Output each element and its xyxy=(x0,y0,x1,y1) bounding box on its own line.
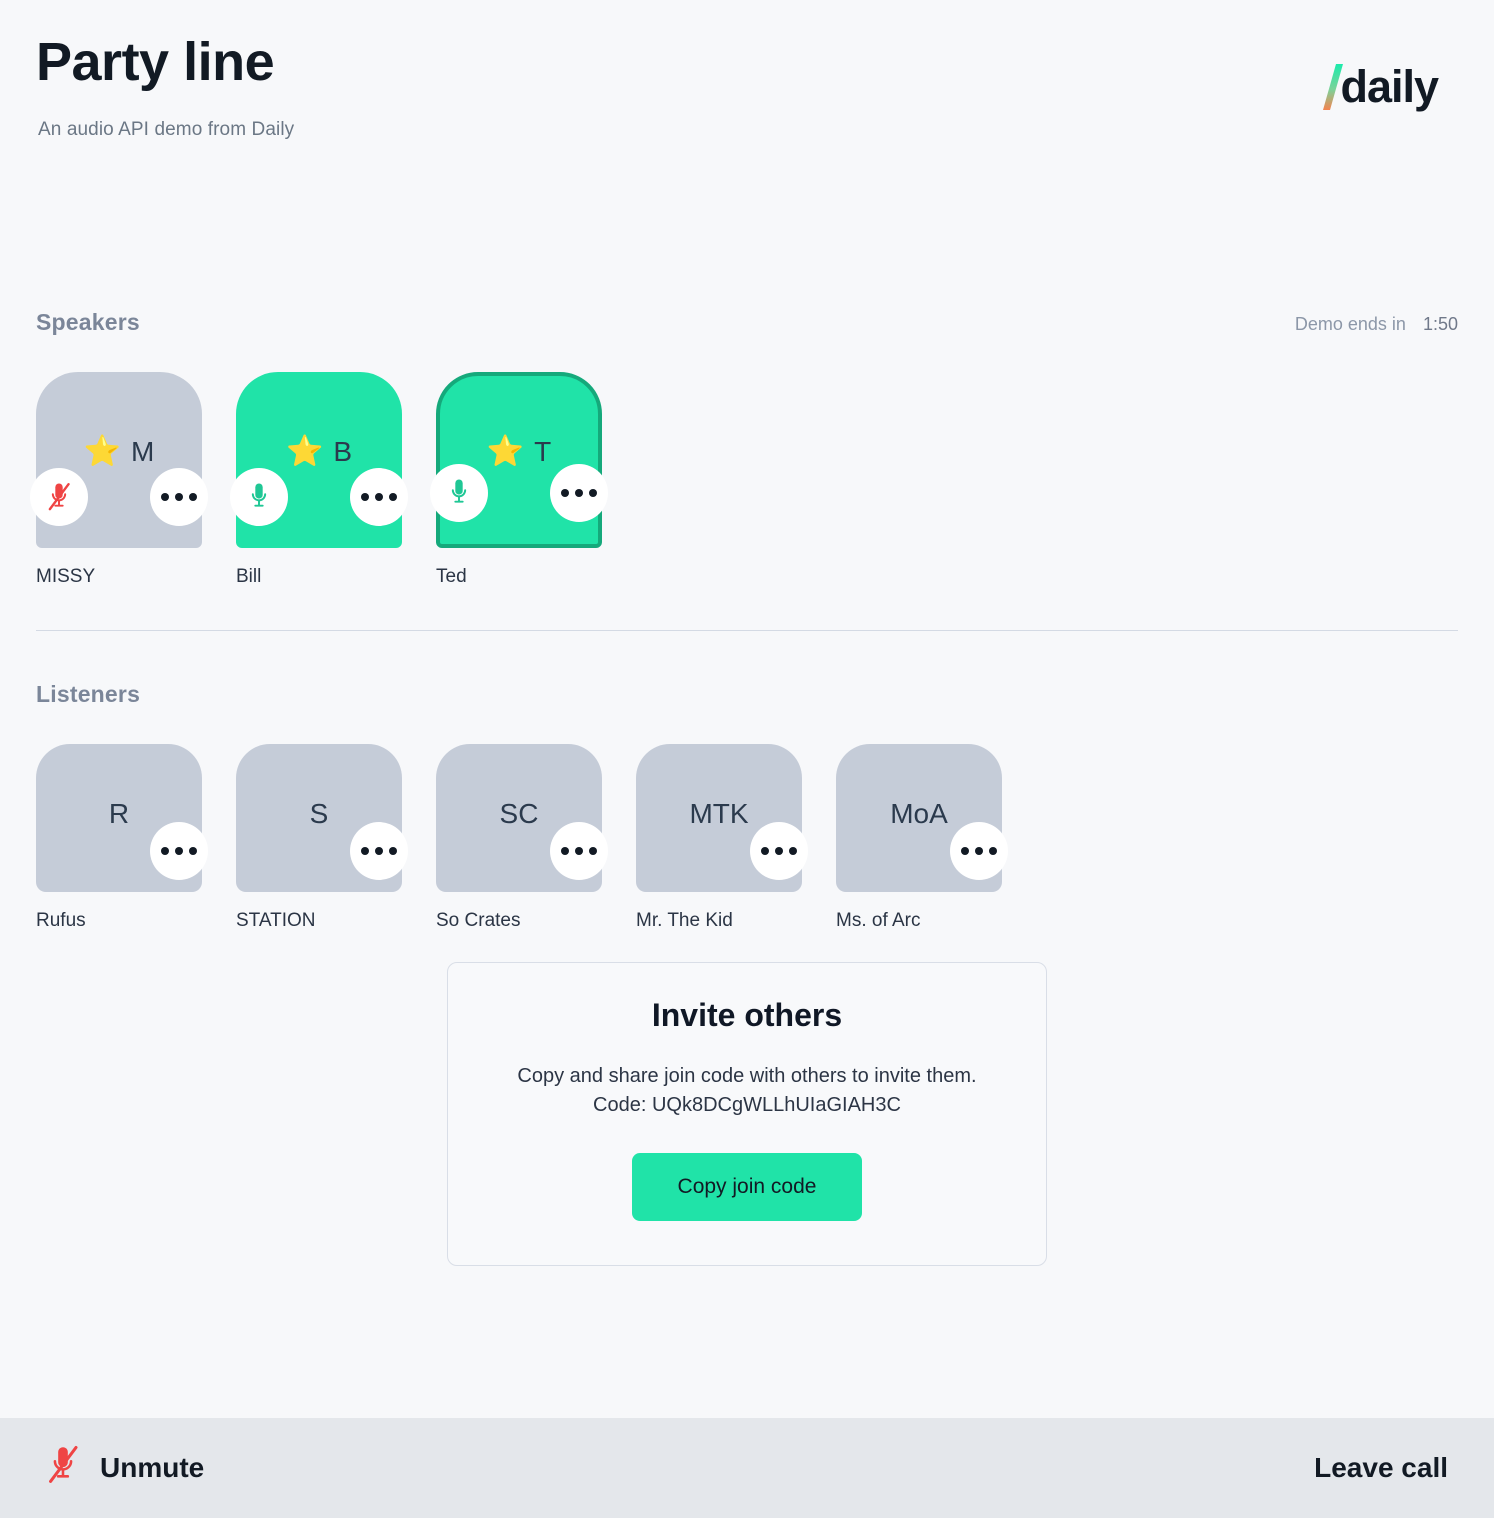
section-divider xyxy=(36,629,1458,631)
invite-title: Invite others xyxy=(651,996,843,1033)
more-options-dots xyxy=(361,846,397,855)
star-icon: ⭐ xyxy=(285,434,324,468)
speaker-initials: ⭐ T xyxy=(486,434,552,468)
more-options-icon[interactable] xyxy=(550,463,608,522)
listener-tile[interactable]: MoA xyxy=(836,743,1008,892)
speaker-initials-text: B xyxy=(333,435,353,467)
listeners-title: Listeners xyxy=(36,680,141,707)
mic-off-icon xyxy=(46,1445,80,1492)
speaker-initials: ⭐ M xyxy=(83,434,155,468)
listener-tile-wrapper: MTK Mr. The Kid xyxy=(636,743,836,932)
call-tray: Unmute Leave call xyxy=(0,1418,1494,1518)
listener-initials: R xyxy=(108,797,130,829)
unmute-button[interactable]: Unmute xyxy=(46,1445,204,1492)
listener-name: Ms. of Arc xyxy=(836,909,921,931)
daily-logo: daily xyxy=(1322,60,1439,112)
header-text-group: Party line An audio API demo from Daily xyxy=(36,34,294,141)
listener-tile[interactable]: SC xyxy=(436,743,608,892)
speaker-tile-wrapper: ⭐ B Bill xyxy=(230,371,436,588)
listeners-grid: R Rufus S STATION SC So Crates MTK Mr. The Kid M… xyxy=(36,743,1458,932)
app-root: Party line An audio API demo from Daily xyxy=(0,0,1494,1518)
speakers-header: Speakers Demo ends in 1:50 xyxy=(36,309,1458,336)
more-options-icon[interactable] xyxy=(150,467,208,526)
speaker-tile-wrapper: ⭐ M MISSY xyxy=(30,371,236,588)
more-options-icon[interactable] xyxy=(950,821,1008,880)
listener-initials: S xyxy=(309,797,329,829)
listener-name: STATION xyxy=(236,909,316,931)
listener-name: Rufus xyxy=(36,909,86,931)
speaker-tile[interactable]: ⭐ T xyxy=(430,371,608,548)
listener-initials: MoA xyxy=(890,797,948,829)
speaker-initials-text: M xyxy=(131,435,155,467)
more-options-icon[interactable] xyxy=(150,821,208,880)
demo-timer-value: 1:50 xyxy=(1422,313,1458,334)
more-options-dots xyxy=(961,846,997,855)
listener-tile[interactable]: S xyxy=(236,743,408,892)
demo-timer-label: Demo ends in xyxy=(1294,313,1406,334)
speaker-tile[interactable]: ⭐ B xyxy=(230,371,408,548)
page-header: Party line An audio API demo from Daily xyxy=(36,0,1458,141)
listener-name: So Crates xyxy=(436,909,521,931)
listener-tile-wrapper: R Rufus xyxy=(36,743,236,932)
unmute-label: Unmute xyxy=(100,1452,205,1483)
more-options-dots xyxy=(161,846,197,855)
listener-tile[interactable]: R xyxy=(36,743,208,892)
star-icon: ⭐ xyxy=(486,434,525,468)
more-options-icon[interactable] xyxy=(350,467,408,526)
page-title: Party line xyxy=(36,32,275,92)
listener-tile[interactable]: MTK xyxy=(636,743,808,892)
speaker-initials-text: T xyxy=(534,435,552,467)
mic-on-icon[interactable] xyxy=(430,463,488,522)
page-subtitle: An audio API demo from Daily xyxy=(38,118,295,140)
more-options-icon[interactable] xyxy=(350,821,408,880)
listener-initials: MTK xyxy=(689,797,749,829)
speakers-section: Speakers Demo ends in 1:50 ⭐ M MISSY ⭐ B Bill… xyxy=(30,309,1458,631)
speaker-name: Bill xyxy=(236,565,262,587)
more-options-dots xyxy=(361,492,397,501)
more-options-icon[interactable] xyxy=(750,821,808,880)
more-options-dots xyxy=(561,846,597,855)
mic-off-icon[interactable] xyxy=(30,467,88,526)
brand-name: daily xyxy=(1340,60,1439,112)
more-options-dots xyxy=(161,492,197,501)
listener-initials: SC xyxy=(499,797,539,829)
invite-others-card: Invite others Copy and share join code w… xyxy=(447,961,1047,1266)
listener-name: Mr. The Kid xyxy=(636,909,733,931)
more-options-dots xyxy=(761,846,797,855)
listener-tile-wrapper: S STATION xyxy=(236,743,436,932)
speaker-name: MISSY xyxy=(36,565,96,587)
speaker-tile-wrapper: ⭐ T Ted xyxy=(430,371,636,588)
listeners-section: Listeners R Rufus S STATION SC So Crates MTK Mr… xyxy=(36,681,1458,932)
listener-tile-wrapper: MoA Ms. of Arc xyxy=(836,743,1036,932)
more-options-icon[interactable] xyxy=(550,821,608,880)
speakers-grid: ⭐ M MISSY ⭐ B Bill ⭐ T Ted xyxy=(30,371,1458,588)
listeners-header: Listeners xyxy=(36,681,1458,708)
main-content: Party line An audio API demo from Daily xyxy=(0,0,1494,1418)
listener-tile-wrapper: SC So Crates xyxy=(436,743,636,932)
speaker-tile[interactable]: ⭐ M xyxy=(30,371,208,548)
demo-timer: Demo ends in 1:50 xyxy=(1295,314,1458,335)
speaker-name: Ted xyxy=(436,565,467,587)
speaker-initials: ⭐ B xyxy=(285,434,353,468)
mic-on-icon[interactable] xyxy=(230,467,288,526)
leave-call-button[interactable]: Leave call xyxy=(1314,1452,1448,1484)
slash-gradient-icon xyxy=(1322,62,1344,110)
star-icon: ⭐ xyxy=(83,434,122,468)
more-options-dots xyxy=(561,488,597,497)
invite-description: Copy and share join code with others to … xyxy=(517,1064,977,1117)
speakers-title: Speakers xyxy=(36,308,140,335)
copy-join-code-button[interactable]: Copy join code xyxy=(631,1152,863,1221)
